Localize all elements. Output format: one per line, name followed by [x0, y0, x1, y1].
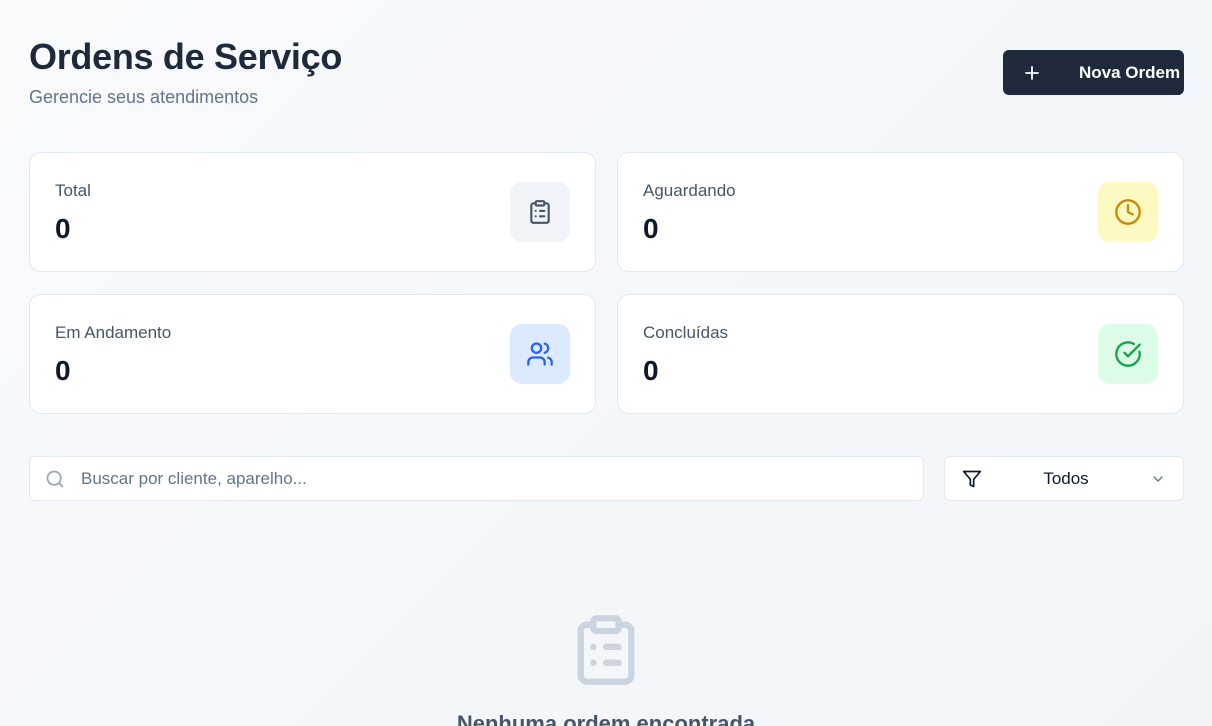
- new-order-button[interactable]: Nova Ordem: [1003, 50, 1184, 95]
- stat-card-completed: Concluídas 0: [617, 294, 1184, 414]
- stat-card-waiting: Aguardando 0: [617, 152, 1184, 272]
- empty-state-title: Nenhuma ordem encontrada: [456, 711, 756, 726]
- page-title: Ordens de Serviço: [29, 36, 343, 77]
- search-input[interactable]: [81, 468, 861, 489]
- check-circle-icon: [1098, 324, 1158, 384]
- stat-value: 0: [643, 355, 659, 386]
- filter-icon: [962, 469, 982, 489]
- new-order-label: Nova Ordem: [1079, 62, 1181, 82]
- plus-icon: [1024, 65, 1040, 81]
- clock-icon: [1098, 182, 1158, 242]
- empty-state: Nenhuma ordem encontrada: [0, 612, 1212, 726]
- search-box[interactable]: [29, 456, 924, 501]
- stat-label: Aguardando: [643, 181, 736, 200]
- status-filter-select[interactable]: Todos: [944, 456, 1184, 501]
- filter-selected-value: Todos: [1043, 468, 1089, 488]
- stat-label: Em Andamento: [55, 323, 172, 342]
- stat-card-in-progress: Em Andamento 0: [29, 294, 596, 414]
- stat-value: 0: [55, 355, 71, 386]
- search-icon: [45, 469, 65, 489]
- stat-label: Total: [55, 181, 91, 200]
- stat-label: Concluídas: [643, 323, 729, 342]
- page-header: Ordens de Serviço Gerencie seus atendime…: [29, 36, 342, 108]
- stat-value: 0: [55, 213, 71, 244]
- chevron-down-icon: [1150, 471, 1166, 487]
- clipboard-list-icon: [510, 182, 570, 242]
- users-icon: [510, 324, 570, 384]
- stat-card-total: Total 0: [29, 152, 596, 272]
- clipboard-list-icon: [568, 612, 644, 693]
- page-subtitle: Gerencie seus atendimentos: [29, 87, 259, 107]
- stat-value: 0: [643, 213, 659, 244]
